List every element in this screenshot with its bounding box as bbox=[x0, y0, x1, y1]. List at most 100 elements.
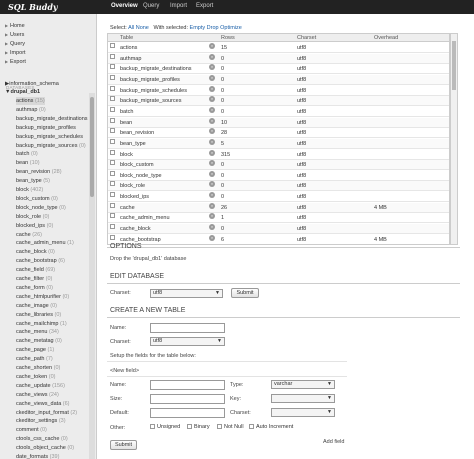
sidebar-table-item[interactable]: ctools_object_cache (0) bbox=[16, 444, 74, 452]
sidebar-table-item[interactable]: backup_migrate_schedules bbox=[16, 133, 83, 141]
sidebar-table-item[interactable]: block (402) bbox=[16, 186, 43, 194]
sidebar-table-item[interactable]: cache_libraries (0) bbox=[16, 311, 61, 319]
col-rows[interactable]: Rows bbox=[221, 34, 235, 42]
delete-icon[interactable]: × bbox=[209, 224, 215, 231]
row-table-name[interactable]: bean_revision bbox=[120, 128, 154, 138]
sidebar-table-item[interactable]: cache_token (0) bbox=[16, 373, 55, 381]
drop-link[interactable]: Drop bbox=[207, 25, 219, 31]
sidebar-table-item[interactable]: cache_field (69) bbox=[16, 266, 55, 274]
delete-icon[interactable]: × bbox=[209, 128, 215, 135]
table-row[interactable]: batch × 0 utf8 bbox=[108, 106, 449, 117]
table-row[interactable]: block_role × 0 utf8 bbox=[108, 181, 449, 192]
row-checkbox[interactable] bbox=[110, 106, 115, 112]
nav-export[interactable]: Export bbox=[196, 3, 213, 9]
row-table-name[interactable]: backup_migrate_schedules bbox=[120, 86, 187, 96]
select-none-link[interactable]: None bbox=[136, 25, 149, 31]
row-table-name[interactable]: batch bbox=[120, 107, 133, 117]
sidebar-table-item[interactable]: cache_views_data (6) bbox=[16, 400, 70, 408]
optimize-link[interactable]: Optimize bbox=[220, 25, 242, 31]
sidebar-table-item[interactable]: ctools_css_cache (0) bbox=[16, 435, 68, 443]
sidebar-table-item[interactable]: cache_htmlpurifier (0) bbox=[16, 293, 69, 301]
sidebar-table-item[interactable]: cache_update (156) bbox=[16, 382, 65, 390]
sidebar-table-item[interactable]: block_custom (0) bbox=[16, 195, 58, 203]
field-size-input[interactable] bbox=[150, 394, 225, 404]
delete-icon[interactable]: × bbox=[209, 106, 215, 113]
table-row[interactable]: cache_bootstrap × 6 utf8 4 MB bbox=[108, 234, 449, 244]
sidebar-item-import[interactable]: ▶ Import bbox=[5, 49, 26, 57]
row-checkbox[interactable] bbox=[110, 234, 115, 240]
sidebar-table-item[interactable]: backup_migrate_destinations bbox=[16, 115, 88, 123]
delete-icon[interactable]: × bbox=[209, 213, 215, 220]
sidebar-table-item[interactable]: cache_shorten (0) bbox=[16, 364, 60, 372]
sidebar-table-item[interactable]: cache_menu (34) bbox=[16, 328, 59, 336]
field-type-select[interactable]: varchar ▼ bbox=[271, 380, 335, 389]
row-checkbox[interactable] bbox=[110, 85, 115, 91]
row-checkbox[interactable] bbox=[110, 181, 115, 187]
delete-icon[interactable]: × bbox=[209, 192, 215, 199]
delete-icon[interactable]: × bbox=[209, 74, 215, 81]
row-table-name[interactable]: block_node_type bbox=[120, 171, 162, 181]
sidebar-scroll-thumb[interactable] bbox=[90, 97, 94, 197]
row-checkbox[interactable] bbox=[110, 192, 115, 198]
select-all-link[interactable]: All bbox=[128, 25, 134, 31]
sidebar-table-item[interactable]: bean_revision (28) bbox=[16, 168, 62, 176]
row-checkbox[interactable] bbox=[110, 224, 115, 230]
col-overhead[interactable]: Overhead bbox=[374, 34, 398, 42]
sidebar-table-item[interactable]: cache_page (1) bbox=[16, 346, 54, 354]
table-row[interactable]: backup_migrate_sources × 0 utf8 bbox=[108, 96, 449, 107]
row-table-name[interactable]: cache_block bbox=[120, 224, 151, 234]
field-default-input[interactable] bbox=[150, 408, 225, 418]
row-checkbox[interactable] bbox=[110, 74, 115, 80]
row-checkbox[interactable] bbox=[110, 149, 115, 155]
table-row[interactable]: block × 315 utf8 bbox=[108, 149, 449, 160]
sidebar-table-item[interactable]: block_node_type (0) bbox=[16, 204, 66, 212]
empty-link[interactable]: Empty bbox=[190, 25, 206, 31]
delete-icon[interactable]: × bbox=[209, 117, 215, 124]
sidebar-table-item[interactable]: bean (10) bbox=[16, 159, 40, 167]
sidebar-table-item[interactable]: cache_filter (0) bbox=[16, 275, 52, 283]
row-table-name[interactable]: backup_migrate_destinations bbox=[120, 64, 192, 74]
delete-icon[interactable]: × bbox=[209, 96, 215, 103]
table-row[interactable]: block_node_type × 0 utf8 bbox=[108, 170, 449, 181]
row-checkbox[interactable] bbox=[110, 160, 115, 166]
sidebar-table-item[interactable]: blocked_ips (0) bbox=[16, 222, 53, 230]
delete-icon[interactable]: × bbox=[209, 181, 215, 188]
row-table-name[interactable]: backup_migrate_profiles bbox=[120, 75, 180, 85]
delete-icon[interactable]: × bbox=[209, 202, 215, 209]
sidebar-table-item[interactable]: backup_migrate_profiles bbox=[16, 124, 76, 132]
create-table-submit-button[interactable]: Submit bbox=[110, 440, 137, 450]
sidebar-table-item[interactable]: cache_block (0) bbox=[16, 248, 55, 256]
sidebar-table-item[interactable]: cache_admin_menu (1) bbox=[16, 239, 74, 247]
col-table[interactable]: Table bbox=[120, 34, 133, 42]
row-table-name[interactable]: block_role bbox=[120, 181, 145, 191]
delete-icon[interactable]: × bbox=[209, 64, 215, 71]
edit-db-submit-button[interactable]: Submit bbox=[231, 288, 259, 298]
sidebar-table-item[interactable]: cache_mailchimp (1) bbox=[16, 320, 67, 328]
database-information-schema[interactable]: ▶information_schema bbox=[5, 80, 59, 88]
row-checkbox[interactable] bbox=[110, 202, 115, 208]
grid-scroll-thumb[interactable] bbox=[452, 41, 456, 90]
sidebar-item-export[interactable]: ▶ Export bbox=[5, 58, 26, 66]
nav-import[interactable]: Import bbox=[170, 3, 187, 9]
sidebar-table-item[interactable]: cache_image (0) bbox=[16, 302, 57, 310]
sidebar-table-item[interactable]: date_formats (39) bbox=[16, 453, 59, 459]
row-table-name[interactable]: actions bbox=[120, 43, 137, 53]
table-row[interactable]: block_custom × 0 utf8 bbox=[108, 160, 449, 171]
sidebar-table-item[interactable]: cache_views (24) bbox=[16, 391, 59, 399]
auto-increment-checkbox[interactable]: Auto Increment bbox=[249, 424, 293, 430]
delete-icon[interactable]: × bbox=[209, 170, 215, 177]
edit-charset-select[interactable]: utf8 ▼ bbox=[150, 289, 223, 298]
table-row[interactable]: bean_type × 5 utf8 bbox=[108, 138, 449, 149]
table-row[interactable]: backup_migrate_destinations × 0 utf8 bbox=[108, 64, 449, 75]
table-name-input[interactable] bbox=[150, 323, 225, 333]
row-table-name[interactable]: authmap bbox=[120, 54, 141, 64]
drop-database-link[interactable]: Drop the 'drupal_db1' database bbox=[110, 256, 186, 262]
row-checkbox[interactable] bbox=[110, 117, 115, 123]
row-checkbox[interactable] bbox=[110, 53, 115, 59]
sidebar-table-item[interactable]: batch (0) bbox=[16, 150, 38, 158]
binary-checkbox[interactable]: Binary bbox=[187, 424, 210, 430]
sidebar-table-item[interactable]: authmap (0) bbox=[16, 106, 46, 114]
col-charset[interactable]: Charset bbox=[297, 34, 316, 42]
delete-icon[interactable]: × bbox=[209, 43, 215, 49]
table-row[interactable]: cache_admin_menu × 1 utf8 bbox=[108, 213, 449, 224]
